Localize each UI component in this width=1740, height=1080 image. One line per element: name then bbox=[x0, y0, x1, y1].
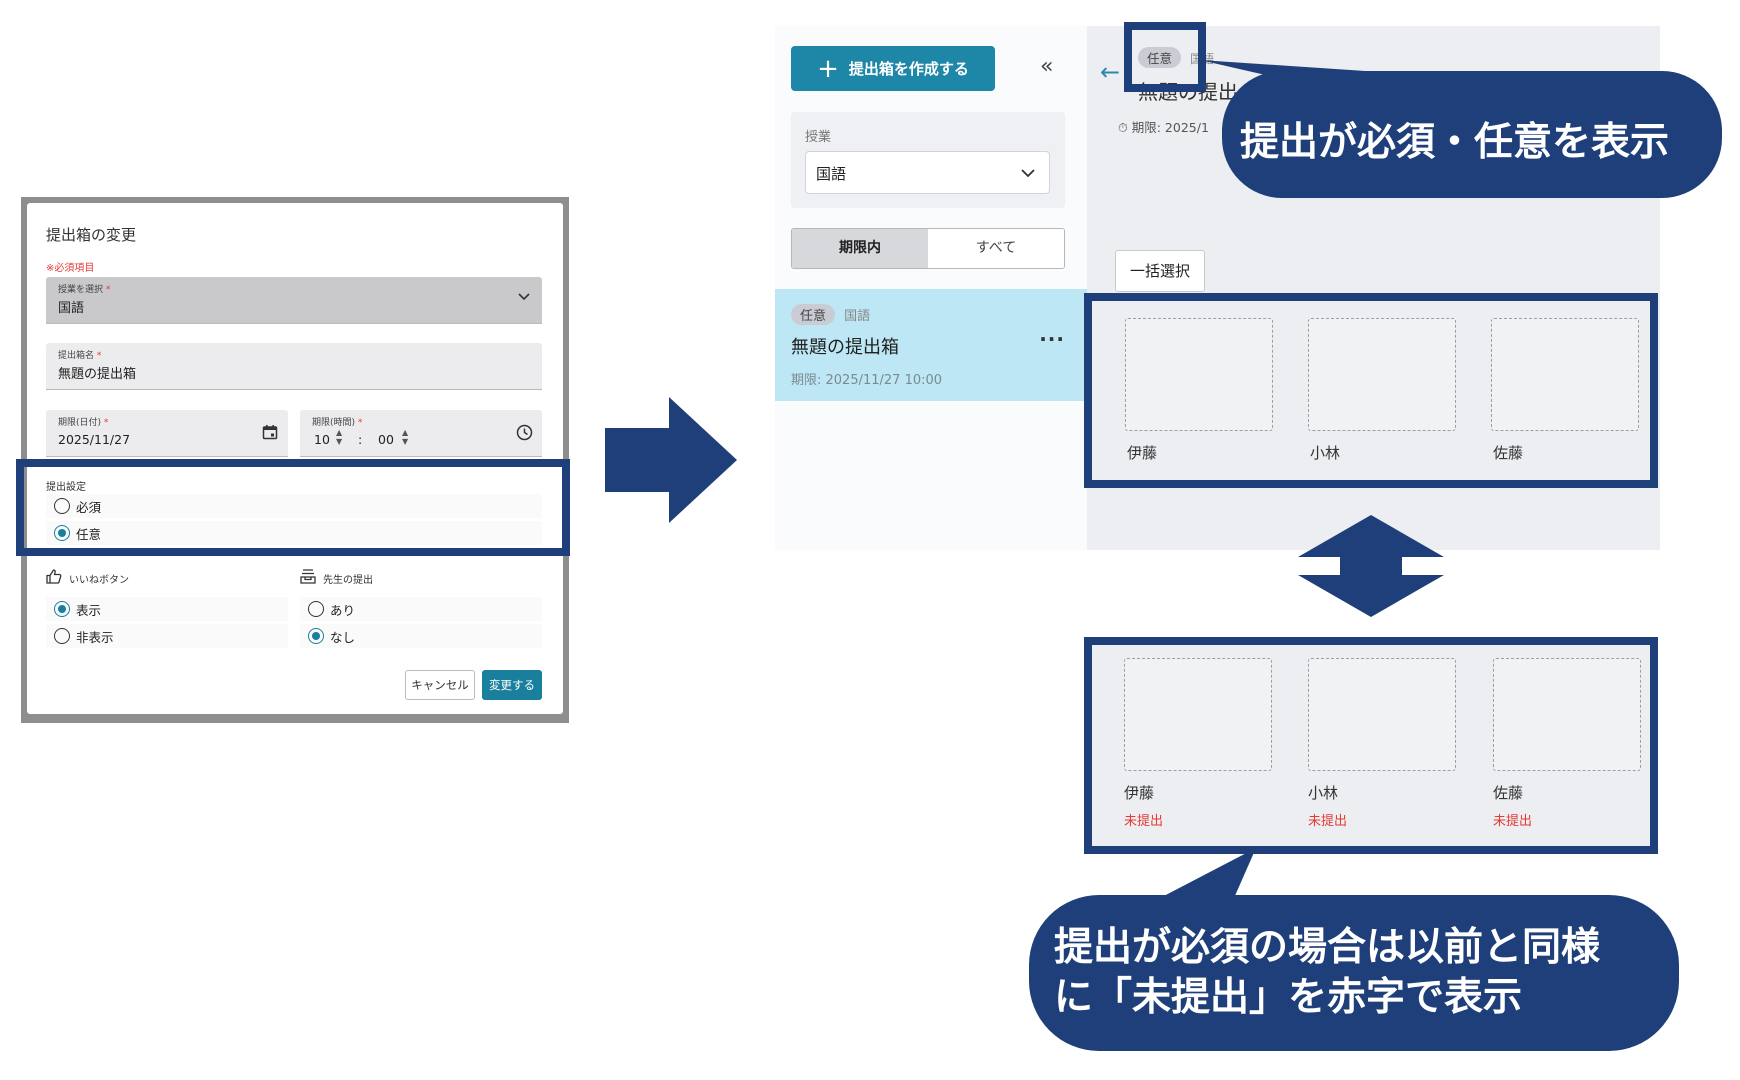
class-filter-value: 国語 bbox=[816, 165, 847, 183]
radio-circle-checked[interactable] bbox=[54, 601, 70, 617]
class-select-label: 授業を選択 bbox=[58, 285, 104, 295]
class-select[interactable]: 授業を選択 * 国語 bbox=[46, 277, 542, 324]
not-submitted-status: 未提出 bbox=[1493, 814, 1533, 829]
timer-icon: ⏱ bbox=[1118, 120, 1128, 135]
deadline-filter-tabs: 期限内 すべて bbox=[791, 228, 1065, 269]
calendar-icon[interactable] bbox=[262, 424, 278, 440]
student-thumb[interactable] bbox=[1124, 658, 1272, 771]
back-arrow-icon[interactable]: ← bbox=[1100, 58, 1120, 86]
deadline-date-value: 2025/11/27 bbox=[58, 432, 131, 447]
tab-within-deadline[interactable]: 期限内 bbox=[792, 229, 928, 268]
callout-bottom-line1: 提出が必須の場合は以前と同様 bbox=[1054, 925, 1601, 970]
dropbox-title: 無題の提出箱 bbox=[791, 337, 899, 358]
chevron-down-icon bbox=[518, 293, 530, 301]
hour-stepper-icon[interactable]: ▲ ▼ bbox=[336, 428, 342, 446]
dropbox-name-value: 無題の提出箱 bbox=[58, 367, 137, 382]
deadline-time-label: 期限(時間) bbox=[312, 418, 356, 428]
dropbox-name-label: 提出箱名 bbox=[58, 351, 95, 361]
deadline-date-field[interactable]: 期限(日付) * 2025/11/27 bbox=[46, 410, 288, 457]
header-deadline: 期限: 2025/1 bbox=[1131, 120, 1209, 135]
clock-icon[interactable] bbox=[516, 424, 533, 441]
dropbox-list-item[interactable]: 任意 国語 無題の提出箱 期限: 2025/11/27 10:00 ··· bbox=[775, 289, 1087, 401]
class-filter-label: 授業 bbox=[805, 130, 832, 145]
radio-circle[interactable] bbox=[308, 601, 324, 617]
dialog-title: 提出箱の変更 bbox=[46, 226, 137, 244]
highlight-box-submission-setting bbox=[16, 459, 570, 556]
radio-circle[interactable] bbox=[54, 628, 70, 644]
time-separator: : bbox=[358, 432, 363, 447]
student-thumb[interactable] bbox=[1493, 658, 1641, 771]
student-thumb[interactable] bbox=[1491, 318, 1639, 431]
minute-stepper-icon[interactable]: ▲ ▼ bbox=[402, 428, 408, 446]
class-filter-select[interactable]: 国語 bbox=[805, 151, 1050, 194]
student-name: 伊藤 bbox=[1127, 444, 1158, 462]
hour-value[interactable]: 10 bbox=[314, 432, 330, 447]
deadline-date-label: 期限(日付) bbox=[58, 418, 102, 428]
student-thumb[interactable] bbox=[1125, 318, 1273, 431]
not-submitted-status: 未提出 bbox=[1124, 814, 1164, 829]
radio-teacher-yes[interactable]: あり bbox=[300, 597, 542, 621]
sidebar bbox=[775, 26, 1087, 550]
radio-like-show[interactable]: 表示 bbox=[46, 597, 288, 621]
callout-top-text: 提出が必須・任意を表示 bbox=[1240, 120, 1670, 165]
class-filter-box: 授業 国語 bbox=[791, 112, 1065, 208]
student-thumb[interactable] bbox=[1308, 658, 1456, 771]
confirm-change-button[interactable]: 変更する bbox=[482, 670, 542, 700]
callout-bottom-line2: に「未提出」を赤字で表示 bbox=[1054, 975, 1523, 1020]
create-dropbox-button[interactable]: + 提出箱を作成する bbox=[791, 46, 995, 91]
teacher-submission-label: 先生の提出 bbox=[323, 575, 373, 586]
student-name: 佐藤 bbox=[1493, 444, 1524, 462]
dropbox-deadline: 期限: 2025/11/27 10:00 bbox=[791, 373, 943, 388]
right-arrow-icon bbox=[605, 397, 737, 523]
thumbs-up-icon bbox=[46, 569, 62, 584]
radio-like-hide-label: 非表示 bbox=[76, 629, 114, 645]
student-name: 小林 bbox=[1310, 444, 1341, 462]
double-arrow-icon bbox=[1298, 515, 1444, 617]
callout-tail bbox=[1160, 848, 1256, 898]
callout-top: 提出が必須・任意を表示 bbox=[1222, 71, 1722, 198]
create-dropbox-label: 提出箱を作成する bbox=[848, 60, 969, 78]
more-options-icon[interactable]: ··· bbox=[1039, 327, 1065, 351]
plus-icon: + bbox=[817, 53, 839, 84]
like-button-label: いいねボタン bbox=[69, 575, 129, 586]
radio-like-hide[interactable]: 非表示 bbox=[46, 624, 288, 648]
radio-teacher-yes-label: あり bbox=[330, 602, 356, 618]
radio-teacher-no-label: なし bbox=[330, 629, 356, 645]
dropbox-name-field[interactable]: 提出箱名 * 無題の提出箱 bbox=[46, 343, 542, 390]
radio-circle-checked[interactable] bbox=[308, 628, 324, 644]
student-name: 佐藤 bbox=[1493, 784, 1524, 802]
required-note: ※必須項目 bbox=[46, 263, 95, 274]
cancel-button[interactable]: キャンセル bbox=[405, 670, 475, 700]
minute-value[interactable]: 00 bbox=[378, 432, 394, 447]
student-name: 伊藤 bbox=[1124, 784, 1155, 802]
student-thumb[interactable] bbox=[1308, 318, 1456, 431]
bulk-select-button[interactable]: 一括選択 bbox=[1115, 250, 1205, 292]
collapse-sidebar-icon[interactable]: « bbox=[1040, 54, 1053, 79]
radio-like-show-label: 表示 bbox=[76, 602, 102, 618]
tab-all[interactable]: すべて bbox=[928, 229, 1064, 268]
chevron-down-icon bbox=[1021, 169, 1035, 178]
subject-label: 国語 bbox=[844, 309, 871, 324]
optional-badge: 任意 bbox=[791, 304, 836, 325]
tray-icon bbox=[300, 569, 316, 584]
radio-teacher-no[interactable]: なし bbox=[300, 624, 542, 648]
deadline-time-field[interactable]: 期限(時間) * 10 ▲ ▼ : 00 ▲ ▼ bbox=[300, 410, 542, 457]
student-name: 小林 bbox=[1308, 784, 1339, 802]
not-submitted-status: 未提出 bbox=[1308, 814, 1348, 829]
class-select-value: 国語 bbox=[58, 301, 85, 316]
callout-bottom: 提出が必須の場合は以前と同様 に「未提出」を赤字で表示 bbox=[1029, 895, 1679, 1051]
highlight-box-badge bbox=[1124, 22, 1206, 92]
